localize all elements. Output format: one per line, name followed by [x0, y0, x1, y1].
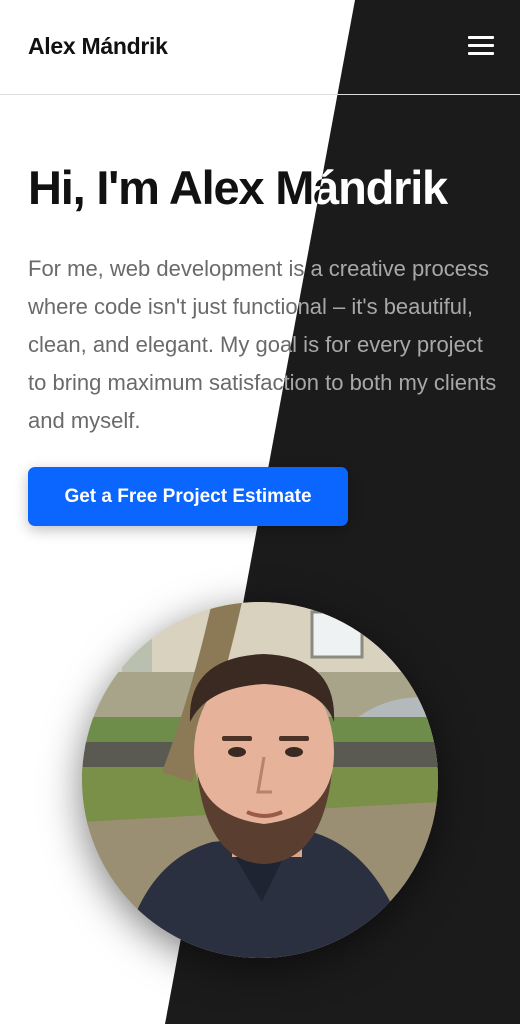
hamburger-menu-icon[interactable]	[468, 36, 494, 58]
free-estimate-button[interactable]: Get a Free Project Estimate	[28, 467, 348, 526]
portrait-illustration	[82, 602, 438, 958]
profile-photo	[82, 602, 438, 958]
site-header	[0, 0, 520, 95]
